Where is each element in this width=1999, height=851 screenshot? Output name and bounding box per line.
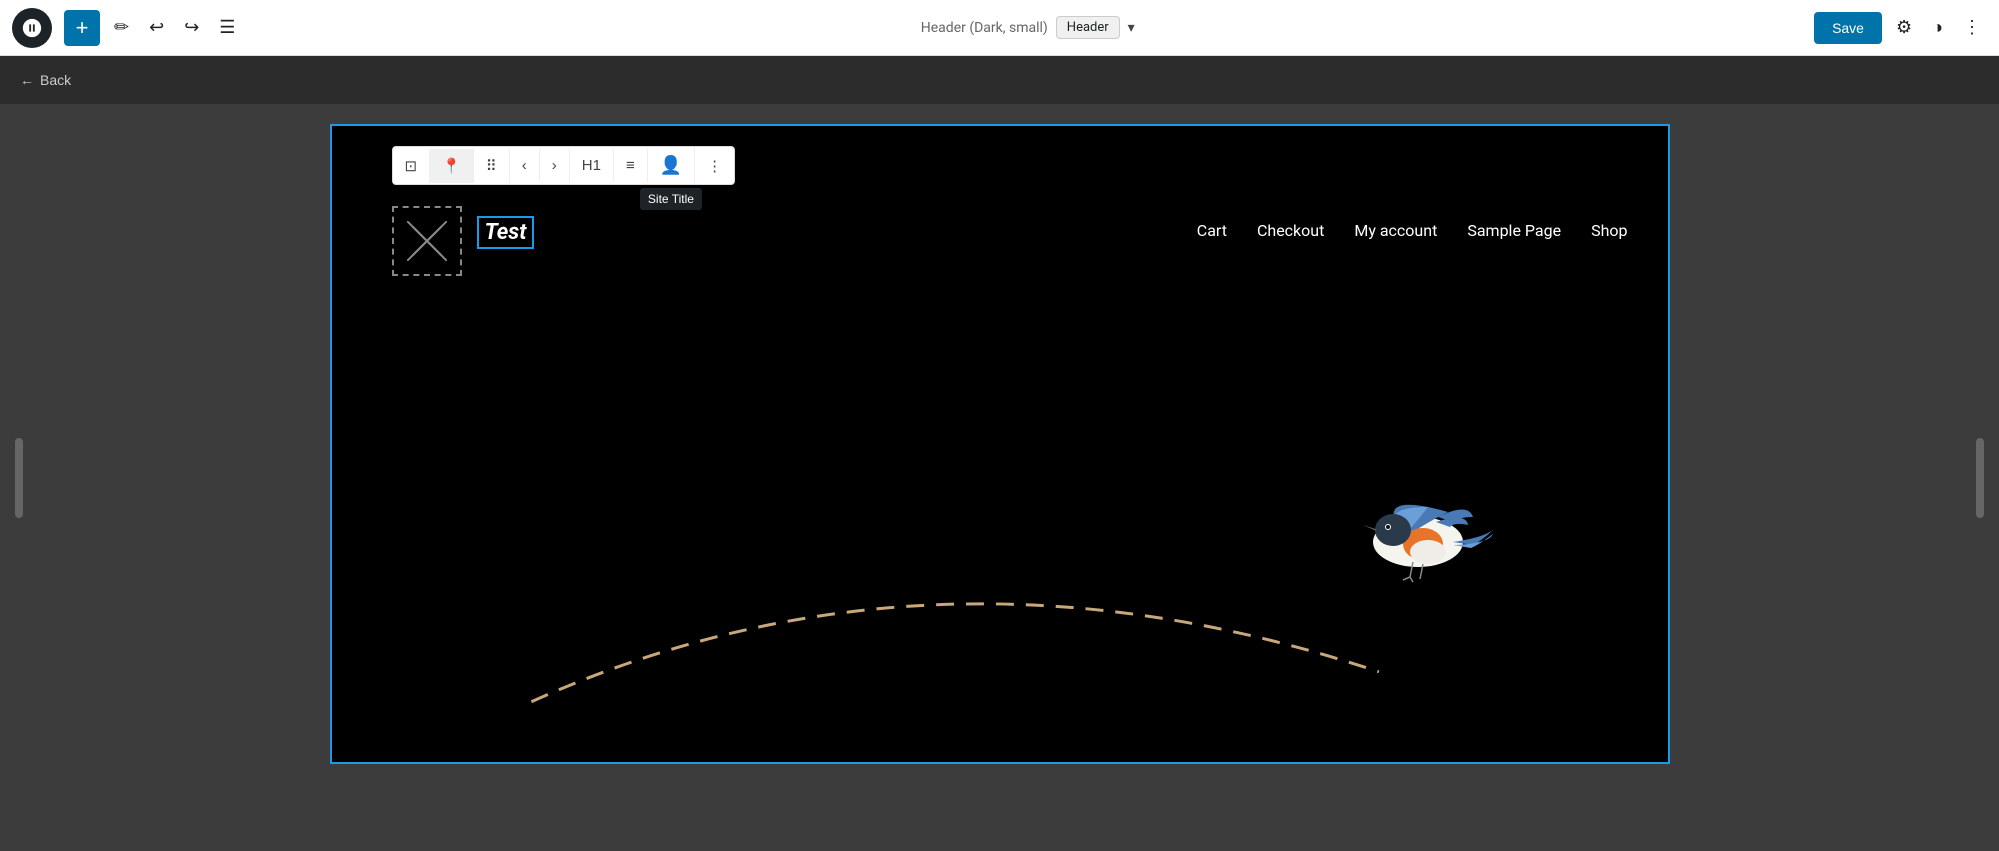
wordpress-logo[interactable]: [12, 8, 52, 48]
block-toolbar: ⊡ 📍 ⠿ ‹ › H1 ≡: [392, 146, 736, 185]
back-arrow-icon: ←: [20, 72, 34, 88]
edit-button[interactable]: ✏: [108, 11, 135, 44]
avatar-button[interactable]: 👤 Site Title: [648, 147, 695, 184]
nav-prev-button[interactable]: ‹: [510, 149, 540, 182]
h1-label: H1: [582, 157, 601, 174]
toolbar-right: Save ⚙ ◑ ⋮: [1814, 11, 1987, 44]
nav-item-sample-page[interactable]: Sample Page: [1467, 221, 1561, 240]
block-more-options-button[interactable]: ⋮: [695, 149, 734, 183]
editor-canvas: ⊡ 📍 ⠿ ‹ › H1 ≡: [330, 124, 1670, 764]
nav-next-button[interactable]: ›: [540, 149, 570, 182]
heading-h1-button[interactable]: H1: [570, 149, 614, 182]
template-info: Header (Dark, small) Header ▾: [249, 16, 1806, 39]
back-button[interactable]: ← Back: [20, 72, 71, 88]
wp-logo-icon: [21, 17, 43, 39]
list-icon: ☰: [219, 17, 235, 38]
top-toolbar: + ✏ ↩ ↪ ☰ Header (Dark, small) Header ▾ …: [0, 0, 1999, 56]
align-icon: ≡: [626, 157, 635, 174]
location-pin-icon: 📍: [442, 157, 461, 175]
site-logo-block[interactable]: [392, 206, 462, 276]
back-bar: ← Back: [0, 56, 1999, 104]
more-options-button[interactable]: ⋮: [1957, 11, 1987, 44]
ellipsis-icon: ⋮: [707, 157, 722, 175]
nav-item-checkout[interactable]: Checkout: [1257, 221, 1324, 240]
transform-icon: ⊡: [405, 157, 418, 175]
site-title-tooltip: Site Title: [640, 188, 702, 210]
template-badge[interactable]: Header: [1056, 16, 1120, 39]
contrast-button[interactable]: ◑: [1926, 11, 1949, 44]
undo-icon: ↩: [149, 17, 164, 38]
nav-item-cart[interactable]: Cart: [1197, 221, 1227, 240]
contrast-icon: ◑: [1932, 17, 1943, 38]
undo-button[interactable]: ↩: [143, 11, 170, 44]
redo-icon: ↪: [184, 17, 199, 38]
scrollbar-left[interactable]: [15, 438, 23, 518]
transform-block-button[interactable]: ⊡: [393, 149, 431, 183]
site-title-text[interactable]: Test: [477, 216, 535, 249]
add-block-button[interactable]: +: [64, 10, 100, 46]
location-button[interactable]: 📍: [430, 149, 474, 183]
template-name-label: Header (Dark, small): [921, 20, 1048, 36]
save-button[interactable]: Save: [1814, 12, 1882, 44]
chevron-left-icon: ‹: [522, 157, 527, 174]
site-logo-placeholder: [407, 221, 447, 261]
scrollbar-right[interactable]: [1976, 438, 1984, 518]
avatar-icon: 👤: [660, 155, 682, 176]
drag-handle-button[interactable]: ⠿: [474, 149, 510, 183]
drag-dots-icon: ⠿: [486, 157, 497, 175]
redo-button[interactable]: ↪: [178, 11, 205, 44]
nav-item-my-account[interactable]: My account: [1354, 221, 1437, 240]
template-chevron-icon[interactable]: ▾: [1128, 20, 1135, 36]
chevron-right-icon: ›: [552, 157, 557, 174]
list-view-button[interactable]: ☰: [213, 11, 241, 44]
gear-icon: ⚙: [1896, 17, 1912, 38]
more-vert-icon: ⋮: [1963, 17, 1981, 38]
settings-button[interactable]: ⚙: [1890, 11, 1918, 44]
bird-illustration: [1328, 462, 1508, 602]
align-button[interactable]: ≡: [614, 149, 648, 182]
nav-item-shop[interactable]: Shop: [1591, 221, 1627, 240]
pencil-icon: ✏: [114, 17, 129, 38]
site-navigation: Cart Checkout My account Sample Page Sho…: [1197, 221, 1628, 240]
canvas-area: ⊡ 📍 ⠿ ‹ › H1 ≡: [0, 104, 1999, 851]
canvas-lower-content: [332, 462, 1668, 762]
